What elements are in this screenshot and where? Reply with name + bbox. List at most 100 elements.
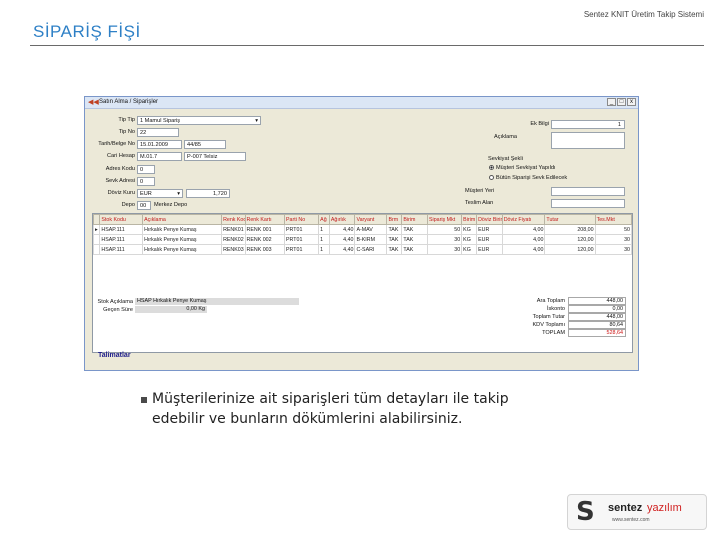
close-button[interactable]: x	[627, 98, 636, 106]
teslim-field[interactable]	[551, 199, 625, 208]
table-cell[interactable]: TAK	[401, 234, 429, 245]
table-cell[interactable]: KG	[461, 234, 478, 245]
belge-field[interactable]: 44/85	[184, 140, 226, 149]
radio-musteri-sevkiyat[interactable]: Müşteri Sevkiyat Yapıldı	[489, 165, 556, 171]
grid-column-header[interactable]: Renk Kodu	[221, 214, 246, 225]
cari-name-field[interactable]: P-007 Telsiz	[184, 152, 246, 161]
grid-column-header[interactable]: Döviz Fiyatı	[501, 214, 546, 225]
adres-field[interactable]: 0	[137, 165, 155, 174]
table-cell[interactable]: RENK01	[221, 224, 246, 235]
table-cell[interactable]: 1	[318, 234, 330, 245]
table-cell[interactable]: A-MAV	[354, 224, 388, 235]
table-cell[interactable]: 30	[594, 244, 632, 255]
aciklama-field[interactable]	[551, 132, 625, 149]
table-cell[interactable]: 120,00	[544, 244, 596, 255]
grid-column-header[interactable]: Döviz Birim	[476, 214, 503, 225]
empty-cell	[595, 265, 631, 275]
grid-column-header[interactable]: Ağ	[318, 214, 330, 225]
table-row[interactable]: HSAP.111 Hırkalık Penye Kumaş RENK03 RENK 0…	[93, 244, 632, 255]
logo-url: www.sentez.com	[612, 517, 650, 523]
table-cell[interactable]: PRT01	[284, 234, 320, 245]
table-cell[interactable]: 208,00	[544, 224, 596, 235]
empty-cell	[143, 275, 222, 285]
depo-code-field[interactable]: 00	[137, 201, 151, 210]
grid-column-header[interactable]: Tes.Mkt	[594, 214, 632, 225]
empty-cell	[402, 315, 428, 325]
table-cell[interactable]: 4,40	[328, 244, 356, 255]
grid-column-header[interactable]: Tutar	[544, 214, 596, 225]
doviz-select[interactable]: EUR ▾	[137, 189, 183, 198]
table-cell[interactable]: RENK 002	[244, 234, 286, 245]
table-cell[interactable]: 4,40	[328, 234, 356, 245]
grid-column-header[interactable]: Renk Kartı	[244, 214, 286, 225]
table-cell[interactable]: 4,00	[501, 244, 546, 255]
table-cell[interactable]: TAK	[401, 244, 429, 255]
table-cell[interactable]: RENK 003	[244, 244, 286, 255]
table-cell[interactable]: PRT01	[284, 244, 320, 255]
table-cell[interactable]: KG	[461, 244, 478, 255]
grid-column-header[interactable]: Birim	[401, 214, 429, 225]
empty-cell	[245, 305, 284, 315]
empty-cell	[100, 325, 143, 335]
table-cell[interactable]: 50	[594, 224, 632, 235]
table-cell[interactable]: 50	[427, 224, 463, 235]
table-cell[interactable]: Hırkalık Penye Kumaş	[142, 244, 223, 255]
table-cell[interactable]: HSAP.111	[99, 224, 144, 235]
sevk-field[interactable]: 0	[137, 177, 155, 186]
grid-column-header[interactable]: Açıklama	[142, 214, 223, 225]
doviz-rate-field[interactable]: 1,720	[186, 189, 230, 198]
empty-cell	[245, 325, 284, 335]
table-cell[interactable]: 4,00	[501, 224, 546, 235]
table-cell[interactable]: TAK	[386, 224, 403, 235]
table-cell[interactable]: 30	[427, 234, 463, 245]
tip-no-field[interactable]: 22	[137, 128, 179, 137]
bullet-marker	[141, 397, 147, 403]
table-cell[interactable]: C-SARI	[354, 244, 388, 255]
table-cell[interactable]: 30	[427, 244, 463, 255]
table-cell[interactable]: PRT01	[284, 224, 320, 235]
ek-field[interactable]: 1	[551, 120, 625, 129]
table-row[interactable]: HSAP.111 Hırkalık Penye Kumaş RENK02 RENK 0…	[93, 234, 632, 245]
table-cell[interactable]: EUR	[476, 244, 503, 255]
table-cell[interactable]: 120,00	[544, 234, 596, 245]
table-cell[interactable]: TAK	[386, 244, 403, 255]
grid-column-header[interactable]: Ağırlık	[328, 214, 356, 225]
table-cell[interactable]: HSAP.111	[99, 234, 144, 245]
empty-cell	[245, 315, 284, 325]
table-cell[interactable]: TAK	[386, 234, 403, 245]
table-cell[interactable]: 4,00	[501, 234, 546, 245]
musteri-yeri-field[interactable]	[551, 187, 625, 196]
maximize-button[interactable]: □	[617, 98, 626, 106]
table-cell[interactable]: Hırkalık Penye Kumaş	[142, 234, 223, 245]
table-cell[interactable]: Hırkalık Penye Kumaş	[142, 224, 223, 235]
radio-selected-icon	[489, 165, 494, 171]
grid-column-header[interactable]: Birim	[461, 214, 478, 225]
grid-column-header[interactable]: Stok Kodu	[99, 214, 144, 225]
minimize-button[interactable]: _	[607, 98, 616, 106]
table-cell[interactable]: RENK03	[221, 244, 246, 255]
table-cell[interactable]: B-KIRM	[354, 234, 388, 245]
grid-column-header[interactable]: Brm	[386, 214, 403, 225]
table-cell[interactable]: 1	[318, 224, 330, 235]
tarih-field[interactable]: 15.01.2009	[137, 140, 182, 149]
radio-empty-icon	[489, 175, 494, 181]
table-row[interactable]: ▸ HSAP.111 Hırkalık Penye Kumaş RENK01 RENK …	[93, 224, 632, 235]
table-cell[interactable]: RENK02	[221, 234, 246, 245]
table-cell[interactable]: 4,40	[328, 224, 356, 235]
cari-code-field[interactable]: M.01.7	[137, 152, 182, 161]
table-cell[interactable]: RENK 001	[244, 224, 286, 235]
table-cell[interactable]: KG	[461, 224, 478, 235]
talimatlar-button[interactable]: Talimatlar	[98, 352, 131, 359]
table-cell[interactable]: 30	[594, 234, 632, 245]
table-cell[interactable]: EUR	[476, 224, 503, 235]
grid-column-header[interactable]: Parti No	[284, 214, 320, 225]
table-cell[interactable]: HSAP.111	[99, 244, 144, 255]
grid-column-header[interactable]: Sipariş Mkt	[427, 214, 463, 225]
table-cell[interactable]: TAK	[401, 224, 429, 235]
radio-butun-siparis[interactable]: Bütün Siparişi Sevk Edilecek	[489, 175, 567, 181]
grid-column-header[interactable]: Varyant	[354, 214, 388, 225]
tip-select[interactable]: 1 Mamul Sipariş ▾	[137, 116, 261, 125]
table-cell[interactable]: EUR	[476, 234, 503, 245]
empty-cell	[143, 335, 222, 345]
table-cell[interactable]: 1	[318, 244, 330, 255]
